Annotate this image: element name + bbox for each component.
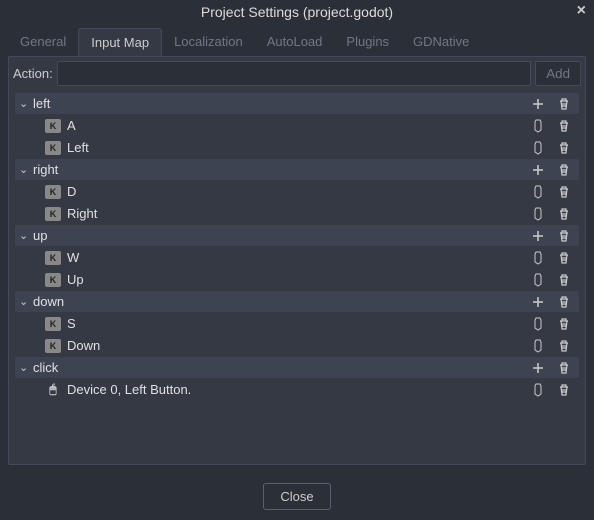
action-name: down [31,294,531,309]
edit-event-icon[interactable] [531,119,545,133]
action-input-row: Action: Add [9,57,585,90]
dialog-title: Project Settings (project.godot) [201,4,393,20]
event-label: S [67,316,531,331]
keyboard-icon: K [45,273,61,287]
action-row-left[interactable]: ⌄left [15,93,579,114]
delete-event-icon[interactable] [557,185,571,199]
delete-event-icon[interactable] [557,141,571,155]
action-name: right [31,162,531,177]
project-settings-dialog: Project Settings (project.godot) × Gener… [0,0,594,520]
delete-event-icon[interactable] [557,339,571,353]
tab-autoload[interactable]: AutoLoad [255,28,335,56]
chevron-down-icon[interactable]: ⌄ [19,163,31,176]
event-label: Left [67,140,531,155]
edit-event-icon[interactable] [531,141,545,155]
delete-action-icon[interactable] [557,97,571,111]
add-event-icon[interactable] [531,295,545,309]
edit-event-icon[interactable] [531,273,545,287]
event-label: Down [67,338,531,353]
input-map-panel: Action: Add ⌄leftKAKLeft⌄rightKDKRight⌄u… [8,56,586,465]
keyboard-icon: K [45,339,61,353]
event-label: Right [67,206,531,221]
action-row-up[interactable]: ⌄up [15,225,579,246]
action-name: up [31,228,531,243]
edit-event-icon[interactable] [531,383,545,397]
event-row[interactable]: KS [15,313,579,334]
edit-event-icon[interactable] [531,185,545,199]
action-row-down[interactable]: ⌄down [15,291,579,312]
chevron-down-icon[interactable]: ⌄ [19,229,31,242]
tab-localization[interactable]: Localization [162,28,255,56]
action-tree: ⌄leftKAKLeft⌄rightKDKRight⌄upKWKUp⌄downK… [9,90,585,464]
tab-general[interactable]: General [8,28,78,56]
event-label: A [67,118,531,133]
close-button[interactable]: Close [263,483,330,510]
chevron-down-icon[interactable]: ⌄ [19,97,31,110]
event-row[interactable]: KW [15,247,579,268]
delete-event-icon[interactable] [557,251,571,265]
action-name: click [31,360,531,375]
add-event-icon[interactable] [531,229,545,243]
edit-event-icon[interactable] [531,339,545,353]
event-row[interactable]: KD [15,181,579,202]
close-icon[interactable]: × [577,2,586,20]
keyboard-icon: K [45,119,61,133]
add-event-icon[interactable] [531,163,545,177]
event-label: D [67,184,531,199]
event-row[interactable]: K Right [15,203,579,224]
add-event-icon[interactable] [531,361,545,375]
delete-action-icon[interactable] [557,361,571,375]
action-name: left [31,96,531,111]
event-row[interactable]: K Up [15,269,579,290]
event-row[interactable]: 🖱 Device 0, Left Button. [15,379,579,400]
delete-action-icon[interactable] [557,229,571,243]
add-event-icon[interactable] [531,97,545,111]
action-input[interactable] [57,61,532,86]
keyboard-icon: K [45,141,61,155]
event-row[interactable]: KA [15,115,579,136]
action-label: Action: [13,66,53,81]
dialog-footer: Close [0,473,594,520]
delete-event-icon[interactable] [557,317,571,331]
event-label: Device 0, Left Button. [67,382,531,397]
delete-action-icon[interactable] [557,295,571,309]
add-button[interactable]: Add [535,61,581,86]
event-label: Up [67,272,531,287]
chevron-down-icon[interactable]: ⌄ [19,295,31,308]
keyboard-icon: K [45,317,61,331]
delete-event-icon[interactable] [557,207,571,221]
event-row[interactable]: K Left [15,137,579,158]
titlebar: Project Settings (project.godot) × [0,0,594,24]
edit-event-icon[interactable] [531,251,545,265]
delete-event-icon[interactable] [557,273,571,287]
action-row-click[interactable]: ⌄click [15,357,579,378]
mouse-icon: 🖱 [45,383,61,397]
tab-bar: General Input Map Localization AutoLoad … [0,24,594,56]
chevron-down-icon[interactable]: ⌄ [19,361,31,374]
keyboard-icon: K [45,207,61,221]
edit-event-icon[interactable] [531,317,545,331]
event-label: W [67,250,531,265]
delete-event-icon[interactable] [557,383,571,397]
action-row-right[interactable]: ⌄right [15,159,579,180]
tab-plugins[interactable]: Plugins [334,28,401,56]
delete-event-icon[interactable] [557,119,571,133]
edit-event-icon[interactable] [531,207,545,221]
tab-input-map[interactable]: Input Map [78,28,162,56]
delete-action-icon[interactable] [557,163,571,177]
tab-gdnative[interactable]: GDNative [401,28,481,56]
keyboard-icon: K [45,185,61,199]
keyboard-icon: K [45,251,61,265]
event-row[interactable]: K Down [15,335,579,356]
